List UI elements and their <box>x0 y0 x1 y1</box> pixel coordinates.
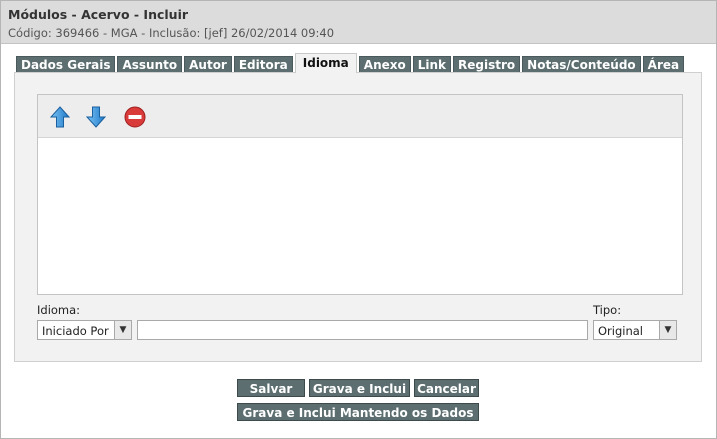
list-toolbar <box>38 95 682 138</box>
idioma-label: Idioma: <box>37 303 81 317</box>
save-and-new-button[interactable]: Grava e Inclui <box>309 379 410 397</box>
save-and-new-keep-data-button[interactable]: Grava e Inclui Mantendo os Dados <box>237 403 479 421</box>
tipo-label: Tipo: <box>593 303 622 317</box>
arrow-down-icon[interactable] <box>84 105 108 129</box>
idioma-text-input[interactable] <box>137 320 588 340</box>
idioma-list[interactable] <box>37 94 683 295</box>
chevron-down-icon: ▼ <box>114 321 131 339</box>
tab-idioma[interactable]: Idioma <box>294 53 357 73</box>
record-info: Código: 369466 - MGA - Inclusão: [jef] 2… <box>8 26 335 40</box>
idioma-match-select[interactable]: Iniciado Por ▼ <box>37 320 132 340</box>
window: Módulos - Acervo - Incluir Código: 36946… <box>0 0 717 439</box>
idioma-match-value: Iniciado Por <box>42 324 109 338</box>
page-title: Módulos - Acervo - Incluir <box>8 7 189 22</box>
tipo-value: Original <box>598 324 644 338</box>
tab-bar: Dados Gerais Assunto Autor Editora Idiom… <box>16 53 686 74</box>
tab-panel-idioma: Idioma: Iniciado Por ▼ Tipo: Original ▼ <box>14 72 702 362</box>
window-header: Módulos - Acervo - Incluir Código: 36946… <box>1 1 716 44</box>
remove-icon[interactable] <box>123 105 147 129</box>
arrow-up-icon[interactable] <box>48 105 72 129</box>
save-button[interactable]: Salvar <box>237 379 305 397</box>
chevron-down-icon: ▼ <box>659 321 676 339</box>
cancel-button[interactable]: Cancelar <box>414 379 479 397</box>
tipo-select[interactable]: Original ▼ <box>593 320 677 340</box>
